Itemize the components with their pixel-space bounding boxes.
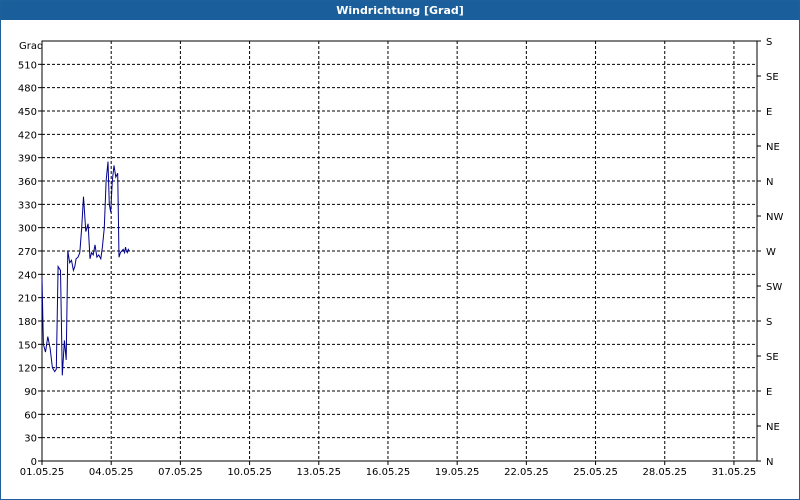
x-tick-label: 19.05.25 [435, 467, 480, 478]
y-tick-label: 360 [18, 177, 37, 188]
y-tick-label: 240 [18, 270, 37, 281]
right-axis-label: SE [766, 352, 779, 363]
y-tick-label: 300 [18, 224, 37, 235]
x-tick-label: 16.05.25 [366, 467, 411, 478]
y-tick-label: 510 [18, 60, 37, 71]
x-tick-label: 04.05.25 [89, 467, 134, 478]
right-axis-label: E [766, 107, 772, 118]
right-axis-label: SW [766, 282, 782, 293]
right-axis-label: N [766, 177, 773, 188]
x-tick-label: 13.05.25 [297, 467, 342, 478]
x-tick-label: 31.05.25 [712, 467, 757, 478]
y-tick-label: 60 [24, 410, 37, 421]
right-axis-label: S [766, 317, 772, 328]
x-tick-label: 22.05.25 [504, 467, 549, 478]
wind-direction-chart: 0306090120150180210240270300330360390420… [18, 37, 784, 478]
y-tick-label: 450 [18, 107, 37, 118]
y-axis-label: Grad [19, 41, 43, 52]
x-tick-label: 25.05.25 [573, 467, 618, 478]
right-axis-label: E [766, 387, 772, 398]
y-tick-label: 330 [18, 200, 37, 211]
right-axis-label: W [766, 247, 776, 258]
y-tick-label: 270 [18, 247, 37, 258]
y-tick-label: 30 [24, 434, 37, 445]
y-tick-label: 90 [24, 387, 37, 398]
right-axis-label: NE [766, 142, 780, 153]
right-axis-label: NE [766, 422, 780, 433]
y-tick-label: 480 [18, 84, 37, 95]
right-axis-label: SE [766, 72, 779, 83]
chart-window: Windrichtung [Grad] 0 30 60 90 120 150 180 210 2… [0, 0, 800, 500]
y-tick-label: 390 [18, 154, 37, 165]
y-tick-label: 180 [18, 317, 37, 328]
right-axis-label: S [766, 37, 772, 48]
right-axis-label: NW [766, 212, 783, 223]
x-tick-label: 01.05.25 [20, 467, 65, 478]
x-tick-label: 10.05.25 [227, 467, 272, 478]
x-tick-label: 28.05.25 [642, 467, 687, 478]
y-tick-label: 150 [18, 340, 37, 351]
x-tick-label: 07.05.25 [158, 467, 203, 478]
right-axis-label: N [766, 457, 773, 468]
y-tick-label: 120 [18, 364, 37, 375]
y-tick-label: 420 [18, 130, 37, 141]
y-tick-label: 210 [18, 294, 37, 305]
